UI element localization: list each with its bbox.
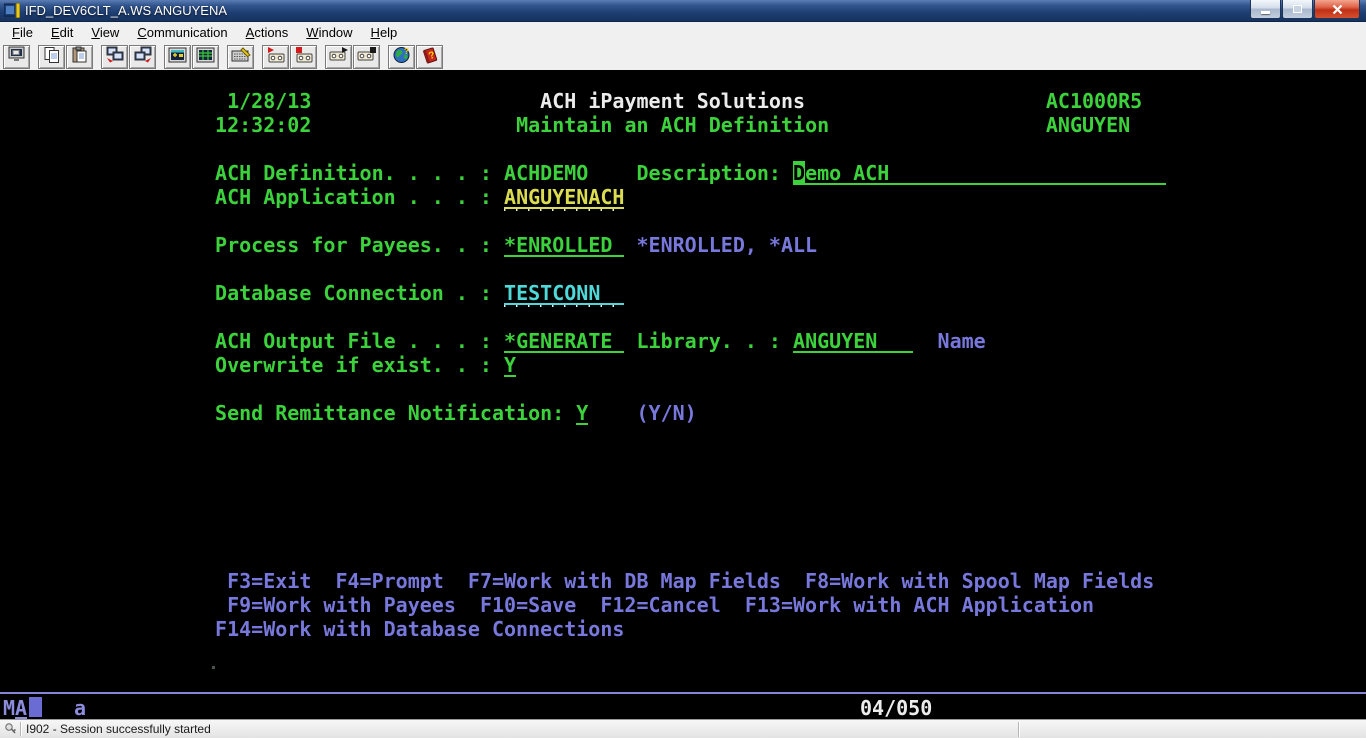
oia-shift-indicator: a <box>74 696 86 720</box>
window-title: IFD_DEV6CLT_A.WS ANGUYENA <box>25 3 227 18</box>
copy-button[interactable] <box>38 45 65 69</box>
record-macro-button[interactable] <box>262 45 289 69</box>
menu-communication[interactable]: Communication <box>128 23 236 43</box>
menu-window[interactable]: Window <box>297 23 361 43</box>
menu-view[interactable]: View <box>82 23 128 43</box>
close-button[interactable] <box>1314 0 1360 19</box>
function-keys-line-1: F3=Exit F4=Prompt F7=Work with DB Map Fi… <box>227 569 1154 593</box>
ach-output-file-label: ACH Output File . . . : <box>215 329 492 353</box>
minimize-button[interactable] <box>1250 0 1281 19</box>
ach-application-input[interactable]: ANGUYENACH <box>504 185 624 209</box>
ach-output-file-input[interactable]: *GENERATE <box>504 329 624 353</box>
library-hint: Name <box>938 329 986 353</box>
status-divider-right <box>1018 722 1019 737</box>
ach-definition-value: ACHDEMO <box>504 161 588 185</box>
pause-macro-button[interactable] <box>290 45 317 69</box>
play-macro-icon <box>329 46 349 68</box>
web-browser-button[interactable]: ? <box>388 45 415 69</box>
restore-button[interactable] <box>1282 0 1313 19</box>
status-message: I902 - Session successfully started <box>21 722 211 736</box>
help-icon: ? <box>421 46 439 69</box>
screen-date: 1/28/13 <box>227 89 311 113</box>
help-button[interactable]: ? <box>416 45 443 69</box>
menu-actions[interactable]: Actions <box>237 23 298 43</box>
svg-text:?: ? <box>404 47 409 56</box>
database-connection-input[interactable]: TESTCONN <box>504 281 624 305</box>
session-window-button[interactable] <box>3 45 30 69</box>
screen-subtitle: Maintain an ACH Definition <box>516 113 829 137</box>
process-for-payees-label: Process for Payees. . : <box>215 233 492 257</box>
overwrite-label: Overwrite if exist. . : <box>215 353 492 377</box>
stop-macro-icon <box>357 46 377 68</box>
play-macro-button[interactable] <box>325 45 352 69</box>
terminal-screen[interactable]: MA a 04/050 1/28/13ACH iPayment Solution… <box>0 70 1366 719</box>
menu-bar: FileEditViewCommunicationActionsWindowHe… <box>0 22 1366 44</box>
library-input[interactable]: ANGUYEN <box>793 329 913 353</box>
status-bar: I902 - Session successfully started <box>0 719 1366 738</box>
stop-macro-button[interactable] <box>353 45 380 69</box>
description-input[interactable]: emo ACH <box>805 161 889 185</box>
process-for-payees-options: *ENROLLED, *ALL <box>636 233 817 257</box>
function-keys-line-2: F9=Work with Payees F10=Save F12=Cancel … <box>227 593 1094 617</box>
display-setup-icon <box>196 47 215 68</box>
send-screen-icon <box>105 46 125 69</box>
user-id: ANGUYEN <box>1046 113 1130 137</box>
menu-edit[interactable]: Edit <box>42 23 82 43</box>
oia-input-inhibit-block <box>29 697 42 717</box>
process-for-payees-input[interactable]: *ENROLLED <box>504 233 624 257</box>
application-icon <box>4 3 20 18</box>
ach-definition-label: ACH Definition. . . . : <box>215 161 492 185</box>
overwrite-input[interactable]: Y <box>504 353 516 377</box>
menu-help[interactable]: Help <box>362 23 407 43</box>
tool-bar: ?? <box>0 44 1366 70</box>
receive-screen-button[interactable] <box>129 45 156 69</box>
database-connection-label: Database Connection . : <box>215 281 492 305</box>
paste-button[interactable] <box>66 45 93 69</box>
virtual-keyboard-button[interactable] <box>227 45 254 69</box>
text-cursor[interactable]: D <box>793 161 805 185</box>
status-connection-icon <box>0 720 20 738</box>
screen-title: ACH iPayment Solutions <box>540 89 805 113</box>
title-bar: IFD_DEV6CLT_A.WS ANGUYENA <box>0 0 1366 22</box>
send-remittance-label: Send Remittance Notification: <box>215 401 564 425</box>
pause-macro-icon <box>294 46 314 68</box>
description-label: Description: <box>636 161 781 185</box>
oia-separator <box>0 692 1366 694</box>
ach-application-label: ACH Application . . . : <box>215 185 492 209</box>
send-screen-button[interactable] <box>101 45 128 69</box>
web-browser-icon: ? <box>393 46 411 69</box>
function-keys-line-3: F14=Work with Database Connections <box>215 617 624 641</box>
zoom-screen-icon <box>168 47 187 68</box>
stray-pixel <box>212 666 215 669</box>
send-remittance-hint: (Y/N) <box>636 401 696 425</box>
session-window-icon <box>7 46 27 68</box>
display-setup-button[interactable] <box>192 45 219 69</box>
zoom-screen-button[interactable] <box>164 45 191 69</box>
screen-time: 12:32:02 <box>215 113 311 137</box>
program-id: AC1000R5 <box>1046 89 1142 113</box>
description-input-blank[interactable] <box>889 161 1166 185</box>
paste-icon <box>71 46 89 69</box>
menu-file[interactable]: File <box>3 23 42 43</box>
receive-screen-icon <box>133 46 153 69</box>
send-remittance-input[interactable]: Y <box>576 401 588 425</box>
record-macro-icon <box>266 46 286 68</box>
library-label: Library. . : <box>636 329 781 353</box>
virtual-keyboard-icon <box>231 47 251 68</box>
oia-cursor-position: 04/050 <box>860 696 932 720</box>
copy-icon <box>43 46 61 69</box>
